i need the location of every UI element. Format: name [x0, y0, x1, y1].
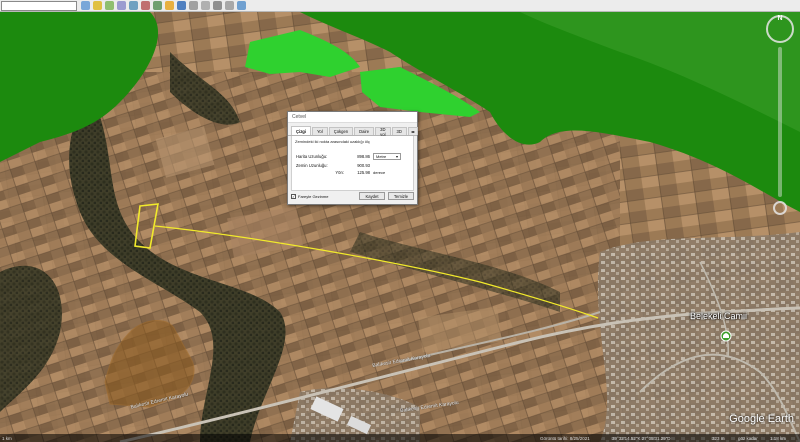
heading-row: Yön: 125.98 derece: [296, 170, 409, 175]
placemark-icon[interactable]: [93, 1, 102, 10]
heading-value: 125.98: [357, 170, 370, 175]
save-image-icon[interactable]: [225, 1, 234, 10]
ground-length-value: 900.93: [357, 163, 370, 168]
tab-polygon[interactable]: Çokgen: [328, 127, 354, 135]
satellite-imagery: [0, 12, 800, 442]
compass-icon[interactable]: N: [766, 15, 794, 43]
tab-3d-path[interactable]: 3D yol: [375, 127, 391, 137]
elevation: 323 m: [712, 435, 725, 441]
maps-icon[interactable]: [237, 1, 246, 10]
zoom-slider[interactable]: [778, 47, 782, 197]
search-input[interactable]: [1, 0, 77, 11]
unit-select-value: Metre: [376, 154, 387, 159]
mouse-navigation-checkbox[interactable]: ✓ Fareyle Gezinme: [291, 193, 329, 199]
google-earth-window: N Belekeli Camii Balıkesir Edremit Karay…: [0, 0, 800, 442]
hide-sidebar-icon[interactable]: [81, 1, 90, 10]
path-icon[interactable]: [117, 1, 126, 10]
save-button[interactable]: Kaydet: [359, 192, 385, 200]
coordinates: 39°32'14.52"K 27°05'31.29"D: [612, 435, 671, 441]
tab-3d[interactable]: 3D: [391, 127, 407, 135]
clear-button[interactable]: Temizle: [388, 192, 414, 200]
street-view-icon[interactable]: [773, 201, 787, 215]
eye-altitude-label: göz kadar: [738, 435, 758, 441]
email-icon[interactable]: [201, 1, 210, 10]
historical-imagery-icon[interactable]: [153, 1, 162, 10]
sunlight-icon[interactable]: [165, 1, 174, 10]
heading-unit: derece: [373, 170, 386, 175]
mosque-icon[interactable]: [720, 330, 732, 342]
place-label: Belekeli Camii: [690, 311, 748, 321]
polygon-icon[interactable]: [105, 1, 114, 10]
toolbar: [0, 0, 800, 12]
print-icon[interactable]: [213, 1, 222, 10]
google-earth-logo: Google Earth: [729, 413, 794, 425]
planet-icon[interactable]: [177, 1, 186, 10]
earth-view[interactable]: [0, 12, 800, 442]
map-length-label: Harita Uzunluğu:: [296, 154, 328, 159]
record-tour-icon[interactable]: [141, 1, 150, 10]
eye-altitude: 1.18 km: [770, 435, 787, 441]
tab-path[interactable]: Yol: [312, 127, 328, 135]
heading-label: Yön:: [335, 170, 344, 175]
scale-bar: 1 km: [2, 435, 12, 441]
imagery-date: Görüntü tarihi: 8/25/2021: [540, 435, 590, 441]
ruler-dialog: Cetvel Çizgi Yol Çokgen Daire 3D yol 3D …: [287, 111, 419, 205]
ruler-icon[interactable]: [189, 1, 198, 10]
map-length-row: Harita Uzunluğu: 898.86 Metre ▾: [296, 153, 409, 160]
ground-length-label: Zemin Uzunluğu:: [296, 163, 328, 168]
image-overlay-icon[interactable]: [129, 1, 138, 10]
chevron-down-icon: ▾: [395, 154, 398, 159]
dialog-footer: ✓ Fareyle Gezinme Kaydet Temizle: [291, 191, 414, 201]
ground-length-row: Zemin Uzunluğu: 900.93: [296, 163, 409, 168]
ruler-panel: Zemindeki iki nokta arasındaki uzaklığı …: [291, 136, 414, 191]
dialog-title: Cetvel: [288, 112, 417, 123]
status-bar: 1 km Görüntü tarihi: 8/25/2021 39°32'14.…: [0, 434, 800, 442]
map-length-value: 898.86: [357, 154, 370, 159]
ruler-description: Zemindeki iki nokta arasındaki uzaklığı …: [295, 139, 370, 144]
checkbox-label: Fareyle Gezinme: [298, 193, 329, 199]
ruler-tabs: Çizgi Yol Çokgen Daire 3D yol 3D ◂▸: [288, 126, 419, 137]
unit-select[interactable]: Metre ▾: [373, 153, 401, 160]
tab-line[interactable]: Çizgi: [291, 126, 312, 135]
checkbox-icon[interactable]: ✓: [291, 193, 296, 199]
tab-circle[interactable]: Daire: [354, 127, 375, 135]
tab-scroll-icon[interactable]: ◂▸: [407, 127, 419, 135]
navigation-controls: N: [762, 15, 798, 215]
